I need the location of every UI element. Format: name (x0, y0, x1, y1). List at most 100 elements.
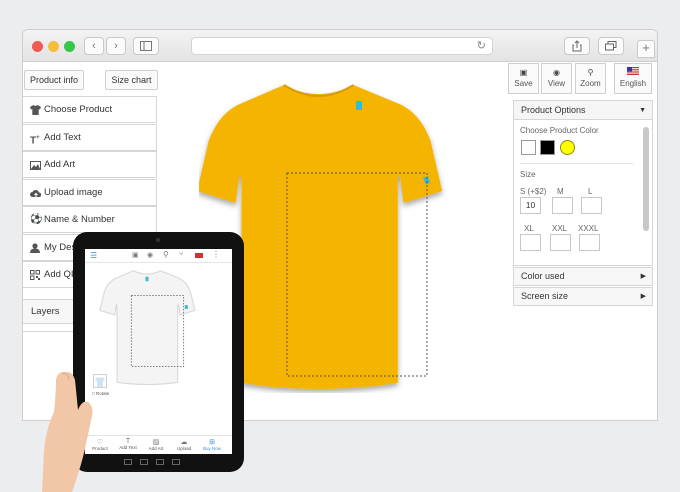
nav-label: Add Art (148, 446, 164, 451)
text-icon: T (125, 438, 131, 445)
size-xxl-input[interactable] (550, 234, 571, 251)
save-icon: ▣ (519, 68, 528, 77)
tool-label: Add QI (44, 269, 74, 280)
color-label: Choose Product Color (520, 126, 599, 135)
minimize-window-button[interactable] (48, 41, 59, 52)
menu-icon[interactable]: ☰ (90, 251, 97, 260)
zoom-button[interactable]: ⚲ Zoom (575, 63, 606, 94)
zoom-icon[interactable]: ⚲ (163, 250, 169, 259)
size-s-input[interactable]: 10 (520, 197, 541, 214)
options-scrollbar[interactable] (643, 127, 649, 231)
tablet-nav-upload[interactable]: ☁ Upload (171, 438, 197, 451)
ball-icon: ⚽ (30, 214, 43, 225)
tool-label: Name & Number (44, 214, 115, 225)
divider (520, 163, 633, 164)
image-icon: ▨ (152, 439, 160, 446)
color-swatch-black[interactable] (540, 140, 555, 155)
product-info-button[interactable]: Product info (24, 70, 84, 90)
hand-image (42, 372, 93, 492)
more-icon[interactable]: ⋮ (212, 250, 220, 259)
nav-label: Buy Now (202, 446, 221, 451)
product-options-header[interactable]: Product Options ▼ (513, 100, 653, 120)
tabs-button[interactable] (598, 37, 624, 55)
size-xl-label: XL (524, 224, 534, 233)
new-tab-button[interactable]: + (637, 40, 655, 58)
size-label: Size (520, 170, 536, 179)
save-button[interactable]: ▣ Save (508, 63, 539, 94)
share-icon (572, 40, 582, 52)
forward-button[interactable]: › (106, 37, 126, 55)
cart-icon: ⊞ (209, 439, 215, 446)
zoom-icon: ⚲ (587, 68, 594, 77)
color-used-header[interactable]: Color used ▶ (513, 267, 653, 286)
share-icon[interactable]: ⑂ (179, 251, 183, 258)
back-key[interactable] (124, 459, 132, 465)
view-label: View (547, 79, 566, 88)
size-s-label: S (+$2) (520, 187, 547, 196)
tool-add-text[interactable]: T+ Add Text (23, 124, 157, 151)
zoom-label: Zoom (580, 79, 601, 88)
user-icon (30, 235, 40, 264)
view-button[interactable]: ◉ View (541, 63, 572, 94)
size-xxxl-label: XXXL (578, 224, 599, 233)
browser-toolbar: ‹ › ↻ + (23, 30, 657, 62)
screen-size-title: Screen size (521, 291, 569, 301)
us-flag-icon[interactable] (195, 253, 203, 258)
close-window-button[interactable] (32, 41, 43, 52)
tool-add-art[interactable]: Add Art (23, 151, 157, 178)
size-chart-button[interactable]: Size chart (105, 70, 158, 90)
text-icon: T+ (30, 135, 40, 147)
size-l-label: L (588, 187, 593, 196)
nav-label: Upload (176, 446, 192, 451)
qr-icon (30, 262, 40, 291)
caret-right-icon: ▶ (640, 293, 646, 300)
tablet-nav-add-text[interactable]: T Add Text (115, 438, 141, 450)
color-swatch-white[interactable] (521, 140, 536, 155)
size-m-input[interactable] (552, 197, 573, 214)
share-button[interactable] (564, 37, 590, 55)
recent-key[interactable] (156, 459, 164, 465)
layers-label: Layers (31, 306, 60, 317)
tablet-tshirt-image (99, 270, 196, 386)
tablet-nav-add-art[interactable]: ▨ Add Art (143, 438, 169, 451)
size-l-input[interactable] (581, 197, 602, 214)
maximize-window-button[interactable] (64, 41, 75, 52)
tool-name-number[interactable]: ⚽ Name & Number (23, 206, 157, 233)
caret-right-icon: ▶ (640, 273, 646, 280)
language-label: English (619, 79, 647, 88)
nav-label: Add Text (119, 445, 137, 450)
back-button[interactable]: ‹ (84, 37, 104, 55)
color-used-title: Color used (521, 271, 565, 281)
size-m-label: M (557, 187, 564, 196)
tablet-screen: ☰ ▣ ◉ ⚲ ⑂ ⋮ □ Rotate ♡ Product T Add Text … (85, 249, 232, 454)
tabs-icon (605, 41, 617, 51)
image-icon (30, 152, 41, 181)
tablet-nav-buy-now[interactable]: ⊞ Buy Now (199, 438, 225, 451)
tool-label: Upload image (44, 187, 103, 198)
menu-key[interactable] (172, 459, 180, 465)
sidebar-icon (140, 41, 152, 51)
tool-choose-product[interactable]: Choose Product (23, 96, 157, 123)
save-icon[interactable]: ▣ (132, 251, 139, 259)
home-key[interactable] (140, 459, 148, 465)
reload-icon[interactable]: ↻ (477, 39, 486, 52)
color-swatch-yellow[interactable] (560, 140, 575, 155)
tool-label: Add Art (44, 159, 76, 170)
eye-icon: ◉ (553, 68, 560, 77)
eye-icon[interactable]: ◉ (147, 251, 153, 259)
tablet-hardware-buttons (124, 458, 194, 468)
tool-label: Choose Product (44, 104, 113, 115)
size-xl-input[interactable] (520, 234, 541, 251)
address-bar[interactable]: ↻ (191, 37, 493, 55)
tool-upload-image[interactable]: Upload image (23, 179, 157, 206)
camera-dot (156, 238, 160, 242)
language-button[interactable]: English (614, 63, 652, 94)
size-xxxl-input[interactable] (579, 234, 600, 251)
size-xxl-label: XXL (552, 224, 568, 233)
tool-label: My Des (44, 242, 77, 253)
sidebar-toggle-button[interactable] (133, 37, 159, 55)
tool-label: Add Text (44, 132, 81, 143)
tshirt-icon (30, 97, 41, 126)
tablet-toolbar: ☰ ▣ ◉ ⚲ ⑂ ⋮ (85, 249, 232, 263)
screen-size-header[interactable]: Screen size ▶ (513, 287, 653, 306)
